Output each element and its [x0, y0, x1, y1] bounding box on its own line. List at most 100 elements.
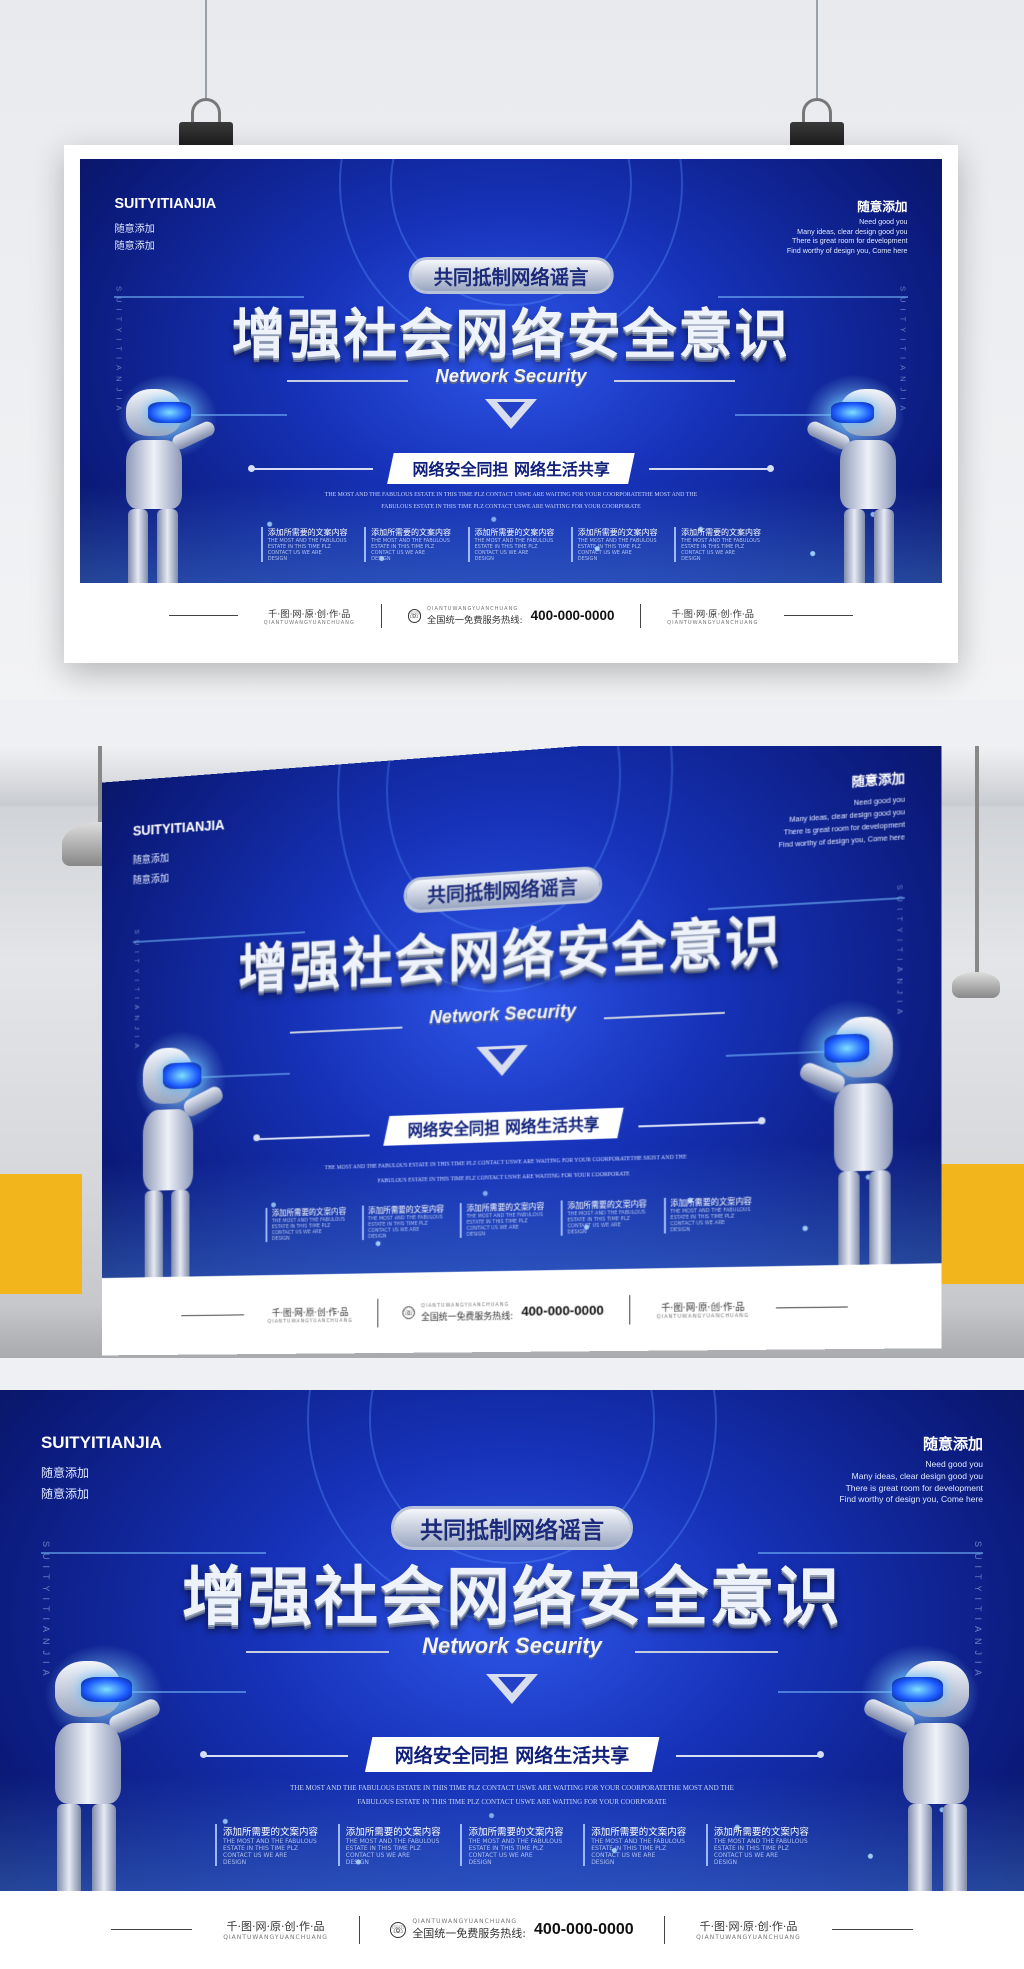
info-item-line: DESIGN: [681, 555, 701, 562]
brand-name: SUITYITIANJIA: [40, 1433, 162, 1453]
slogan-dot: [199, 1751, 207, 1759]
title-rule: [245, 1650, 390, 1653]
info-item: 添加所需要的文案内容 THE MOST AND THE FABULOUS ESTAT…: [265, 1206, 346, 1243]
footer-rule: [831, 1929, 914, 1931]
footer-rule: [181, 1314, 244, 1317]
hall-mockup: SUITYITIANJIA 随意添加 随意添加 随意添加 Need good y…: [0, 746, 1024, 1358]
hotline-number: 400-000-0000: [530, 608, 615, 624]
footer-right-text: 千·图·网·原·创·作·品: [661, 1302, 745, 1314]
poster-canvas: SUITYITIANJIA 随意添加 随意添加 随意添加 Need good y…: [80, 159, 942, 649]
robot-figure: [106, 373, 218, 600]
info-item-head: 添加所需要的文案内容: [345, 1827, 441, 1839]
slogan-rule: [257, 1134, 370, 1141]
footer-left-text: 千·图·网·原·创·作·品: [271, 1307, 349, 1319]
info-item-line: ESTATE IN THIS TIME PLZ: [223, 1845, 299, 1853]
robot-figure: [860, 1643, 993, 1911]
v-mark-inner: [488, 1048, 516, 1066]
right-line: Need good you: [859, 217, 908, 226]
hotline-box: ☏ QIANTUWANGYUANCHUANG 全国统一免费服务热线: 400-0…: [390, 1918, 634, 1941]
footer-rule: [776, 1306, 848, 1309]
info-item-line: DESIGN: [345, 1859, 369, 1867]
yellow-wall: [930, 1164, 1024, 1284]
footer-right-small: QIANTUWANGYUANCHUANG: [696, 1934, 801, 1942]
main-title: 增强社会网络安全意识: [231, 303, 791, 367]
right-line: Many ideas, clear design good you: [797, 227, 908, 236]
slogan-dot: [253, 1134, 261, 1142]
brand-name: SUITYITIANJIA: [114, 195, 217, 212]
info-item-head: 添加所需要的文案内容: [371, 527, 451, 537]
hanging-wire: [205, 0, 207, 100]
robot-figure: [125, 1027, 227, 1297]
lamp-cord: [975, 746, 979, 976]
info-item: 添加所需要的文案内容 THE MOST AND THE FABULOUS ESTAT…: [364, 526, 451, 562]
right-line: Need good you: [853, 796, 905, 808]
info-item-line: DESIGN: [223, 1859, 247, 1867]
right-title: 随意添加: [851, 771, 905, 790]
hotline-box: ☏ QIANTUWANGYUANCHUANG 全国统一免费服务热线: 400-0…: [407, 606, 615, 626]
billboard: SUITYITIANJIA 随意添加 随意添加 随意添加 Need good y…: [102, 746, 942, 1356]
slogan-rule: [252, 467, 374, 470]
info-item: 添加所需要的文案内容 THE MOST AND THE FABULOUS ESTAT…: [674, 526, 761, 562]
info-item-line: THE MOST AND THE FABULOUS: [591, 1838, 685, 1846]
info-item: 添加所需要的文案内容 THE MOST AND THE FABULOUS ESTAT…: [467, 526, 555, 562]
info-item-line: THE MOST AND THE FABULOUS: [223, 1838, 317, 1846]
info-item-line: DESIGN: [371, 555, 391, 562]
sub-line: 随意添加: [40, 1486, 89, 1501]
right-line: Find worthy of design you, Come here: [839, 1494, 984, 1505]
right-line: Find worthy of design you, Come here: [786, 247, 908, 256]
info-item-line: THE MOST AND THE FABULOUS: [371, 537, 450, 544]
hanging-wire: [816, 0, 818, 100]
slogan-dot: [817, 1751, 825, 1759]
info-item: 添加所需要的文案内容 THE MOST AND THE FABULOUS ESTAT…: [261, 526, 348, 562]
slogan-text: 网络安全同担 网络生活共享: [412, 460, 610, 480]
footer-right: 千·图·网·原·创·作·品 QIANTUWANGYUANCHUANG: [696, 1918, 801, 1941]
poster-footer: 千·图·网·原·创·作·品 QIANTUWANGYUANCHUANG ☏ QIA…: [80, 583, 942, 649]
hotline-number: 400-000-0000: [521, 1302, 604, 1319]
footer-separator: [377, 1298, 379, 1328]
info-item: 添加所需要的文案内容 THE MOST AND THE FABULOUS ESTAT…: [560, 1198, 647, 1236]
title-en: Network Security: [422, 1633, 602, 1659]
info-items: 添加所需要的文案内容 THE MOST AND THE FABULOUS ESTAT…: [215, 1824, 809, 1867]
info-item-line: CONTACT US WE ARE: [223, 1852, 288, 1860]
poster-canvas: SUITYITIANJIA 随意添加 随意添加 随意添加 Need good y…: [102, 746, 942, 1356]
footer-right-small: QIANTUWANGYUANCHUANG: [656, 1312, 750, 1320]
slogan-banner: 网络安全同担 网络生活共享: [387, 453, 635, 484]
info-item: 添加所需要的文案内容 THE MOST AND THE FABULOUS ESTAT…: [460, 1824, 563, 1867]
info-item-line: CONTACT US WE ARE: [345, 1852, 410, 1860]
robot-figure: [31, 1643, 164, 1911]
info-item-head: 添加所需要的文案内容: [577, 527, 658, 537]
footer-right: 千·图·网·原·创·作·品 QIANTUWANGYUANCHUANG: [667, 606, 758, 626]
poster-frame: SUITYITIANJIA 随意添加 随意添加 随意添加 Need good y…: [64, 145, 958, 663]
info-item-line: CONTACT US WE ARE: [713, 1852, 779, 1860]
info-item: 添加所需要的文案内容 THE MOST AND THE FABULOUS ESTAT…: [663, 1196, 752, 1234]
slogan-banner: 网络安全同担 网络生活共享: [364, 1737, 660, 1773]
footer-separator: [358, 1915, 360, 1944]
poster-footer: 千·图·网·原·创·作·品 QIANTUWANGYUANCHUANG ☏ QIA…: [0, 1891, 1024, 1969]
sub-line: 随意添加: [132, 873, 169, 887]
info-item: 添加所需要的文案内容 THE MOST AND THE FABULOUS ESTAT…: [583, 1824, 686, 1867]
info-item-head: 添加所需要的文案内容: [267, 527, 348, 537]
footer-separator: [380, 604, 382, 628]
info-items: 添加所需要的文案内容 THE MOST AND THE FABULOUS ESTAT…: [261, 526, 761, 562]
footer-rule: [168, 615, 238, 617]
footer-left-small: QIANTUWANGYUANCHUANG: [263, 619, 355, 626]
full-poster: SUITYITIANJIA 随意添加 随意添加 随意添加 Need good y…: [0, 1390, 1024, 1969]
main-title: 增强社会网络安全意识: [182, 1561, 842, 1636]
info-item: 添加所需要的文案内容 THE MOST AND THE FABULOUS ESTAT…: [571, 526, 658, 562]
slogan-dot: [757, 1117, 766, 1125]
footer-separator: [629, 1295, 631, 1325]
info-item-line: THE MOST AND THE FABULOUS: [468, 1838, 563, 1846]
subtitle-pill: 共同抵制网络谣言: [408, 257, 614, 295]
sub-line: 随意添加: [132, 853, 169, 867]
sub-line: 随意添加: [40, 1466, 89, 1481]
title-rule: [286, 379, 408, 382]
phone-icon: ☏: [390, 1921, 407, 1938]
v-mark-inner: [498, 1676, 526, 1693]
info-item-line: DESIGN: [468, 1859, 492, 1867]
hotline-label: 全国统一免费服务热线:: [421, 1311, 514, 1323]
info-item-line: DESIGN: [713, 1859, 738, 1867]
hanging-poster-mockup: SUITYITIANJIA 随意添加 随意添加 随意添加 Need good y…: [0, 0, 1024, 700]
info-item-head: 添加所需要的文案内容: [474, 527, 555, 537]
footer-separator: [640, 604, 642, 628]
hotline-label: 全国统一免费服务热线:: [427, 614, 523, 626]
